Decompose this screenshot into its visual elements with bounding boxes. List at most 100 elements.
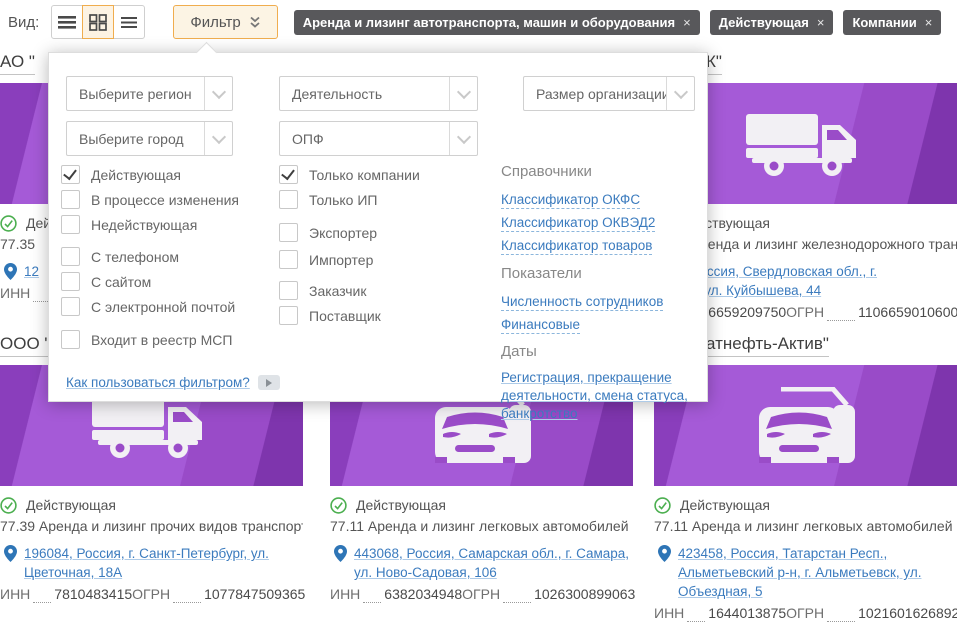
remove-tag-icon[interactable]: × [683, 15, 691, 30]
address-link[interactable]: 6, Россия, Свердловская обл., г. [676, 262, 957, 281]
checkbox-label: С сайтом [91, 274, 151, 290]
checkbox-ip-only[interactable]: Только ИП [279, 190, 377, 209]
checkbox-exporter[interactable]: Экспортер [279, 223, 377, 242]
checkbox-icon[interactable] [61, 215, 80, 234]
link-classifier-goods[interactable]: Классификатор товаров [501, 237, 652, 255]
checkbox-label: Только ИП [309, 192, 377, 208]
filter-button[interactable]: Фильтр [173, 5, 277, 39]
company-title-link[interactable]: АО " [0, 50, 35, 75]
active-filter-tags: Аренда и лизинг автотранспорта, машин и … [294, 10, 942, 35]
dotted-leader [363, 602, 381, 603]
filter-help-link[interactable]: Как пользоваться фильтром? [66, 375, 250, 390]
dotted-leader [827, 320, 855, 321]
checkbox-icon[interactable] [279, 190, 298, 209]
remove-tag-icon[interactable]: × [817, 15, 825, 30]
org-size-select-value: Размер организации... [524, 77, 666, 110]
checkbox-label: С телефоном [91, 249, 179, 265]
checkbox-with-email[interactable]: С электронной почтой [61, 297, 235, 316]
checkbox-icon[interactable] [61, 297, 80, 316]
address-link[interactable]: 196084, Россия, г. Санкт-Петербург, ул. … [24, 544, 301, 582]
checkbox-label: Экспортер [309, 225, 377, 241]
checkbox-customer[interactable]: Заказчик [279, 281, 367, 300]
ogrn-label: ОГРН [786, 304, 824, 320]
checkbox-icon[interactable] [61, 190, 80, 209]
checkbox-icon[interactable] [279, 250, 298, 269]
grid-icon [89, 14, 107, 31]
filter-tag-status[interactable]: Действующая × [710, 10, 834, 35]
checkbox-with-site[interactable]: С сайтом [61, 272, 151, 291]
address-row: 423458, Россия, Татарстан Респ., Альметь… [654, 544, 957, 601]
checkbox-inactive[interactable]: Недействующая [61, 215, 197, 234]
checkbox-msp-registry[interactable]: Входит в реестр МСП [61, 330, 232, 349]
company-title-link[interactable]: атнефть-Актив" [706, 332, 829, 357]
inn-value: 7810483415 [54, 586, 132, 602]
tag-label: Аренда и лизинг автотранспорта, машин и … [303, 15, 675, 30]
inn-label: ИНН [0, 285, 30, 301]
dotted-leader [687, 621, 705, 622]
map-pin-icon [334, 545, 347, 562]
checkbox-in-change[interactable]: В процессе изменения [61, 190, 239, 209]
checkbox-icon[interactable] [61, 272, 80, 291]
link-financial[interactable]: Финансовые [501, 316, 580, 334]
toolbar: Вид: Фильтр Аренда и [0, 0, 957, 44]
address-link[interactable]: 423458, Россия, Татарстан Респ., Альметь… [678, 544, 955, 601]
region-select[interactable]: Выберите регион [66, 76, 233, 111]
address-row: 196084, Россия, г. Санкт-Петербург, ул. … [0, 544, 303, 582]
checkbox-icon[interactable] [279, 165, 298, 184]
link-employee-count[interactable]: Численность сотрудников [501, 293, 663, 311]
codes-row: ИНН 6382034948 ОГРН 1026300899063 [330, 586, 633, 606]
checkbox-label: Импортер [309, 252, 373, 268]
link-classifier-okfs[interactable]: Классификатор ОКФС [501, 191, 640, 209]
map-pin-icon [658, 545, 671, 562]
company-title-link[interactable]: К" [706, 50, 722, 75]
view-label: Вид: [8, 14, 39, 31]
city-select[interactable]: Выберите город [66, 121, 233, 156]
view-list-detailed-button[interactable] [113, 5, 145, 39]
codes-row: ИНН 1644013875 ОГРН 1021601626892 [654, 605, 957, 625]
address-row: 443068, Россия, Самарская обл., г. Самар… [330, 544, 633, 582]
company-title-link[interactable]: ООО " [0, 332, 50, 357]
link-registration-dates[interactable]: Регистрация, прекращение деятельности, с… [501, 369, 719, 423]
activity-select[interactable]: Деятельность [279, 76, 478, 111]
ogrn-label: ОГРН [462, 586, 500, 602]
checkbox-label: С электронной почтой [91, 299, 235, 315]
view-grid-button[interactable] [82, 5, 114, 39]
inn-value: 6659209750 [708, 304, 786, 320]
video-play-icon[interactable] [258, 375, 280, 390]
inn-label: ИНН [0, 586, 30, 602]
checkbox-icon[interactable] [279, 306, 298, 325]
dotted-leader [33, 602, 51, 603]
checkbox-supplier[interactable]: Поставщик [279, 306, 381, 325]
checkbox-active[interactable]: Действующая [61, 165, 181, 184]
view-list-simple-button[interactable] [51, 5, 83, 39]
dotted-leader [173, 602, 201, 603]
chevron-down-icon [204, 122, 232, 155]
checkbox-icon[interactable] [279, 281, 298, 300]
help-row: Как пользоваться фильтром? [66, 375, 280, 390]
checkbox-importer[interactable]: Импортер [279, 250, 373, 269]
tag-label: Компании [852, 15, 916, 30]
link-classifier-okved2[interactable]: Классификатор ОКВЭД2 [501, 214, 655, 232]
checkbox-icon[interactable] [279, 223, 298, 242]
ogrn-value: 1021601626892 [858, 605, 957, 621]
checkbox-icon[interactable] [61, 247, 80, 266]
checkbox-label: В процессе изменения [91, 192, 239, 208]
checkbox-companies-only[interactable]: Только компании [279, 165, 420, 184]
org-size-select[interactable]: Размер организации... [523, 76, 695, 111]
inn-value: 6382034948 [384, 586, 462, 602]
region-select-value: Выберите регион [67, 77, 204, 110]
status-check-icon [654, 497, 671, 514]
filter-tag-activity[interactable]: Аренда и лизинг автотранспорта, машин и … [294, 10, 700, 35]
checkbox-icon[interactable] [61, 330, 80, 349]
hamburger-icon [58, 15, 76, 29]
checkbox-icon[interactable] [61, 165, 80, 184]
inn-value: 1644013875 [708, 605, 786, 621]
address-link[interactable]: бург, ул. Куйбышева, 44 [672, 281, 957, 300]
address-link[interactable]: 443068, Россия, Самарская обл., г. Самар… [354, 544, 631, 582]
checkbox-with-phone[interactable]: С телефоном [61, 247, 179, 266]
remove-tag-icon[interactable]: × [925, 15, 933, 30]
double-chevron-down-icon [249, 16, 261, 29]
opf-select[interactable]: ОПФ [279, 121, 478, 156]
filter-tag-companies[interactable]: Компании × [843, 10, 941, 35]
dates-heading: Даты [501, 343, 537, 360]
